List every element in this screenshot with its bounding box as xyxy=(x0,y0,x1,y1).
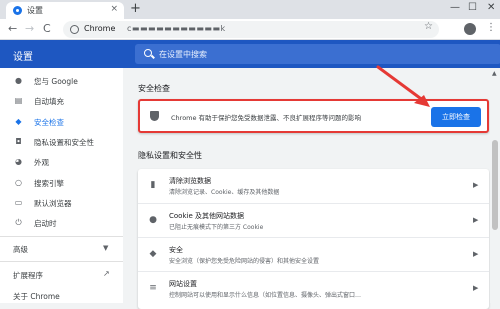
sidebar-item-safety-check[interactable]: ◆ 安全检查 xyxy=(0,113,123,131)
sidebar-item-default-browser[interactable]: ▭ 默认浏览器 xyxy=(0,194,123,212)
shield-icon: ◆ xyxy=(15,117,22,126)
search-placeholder: 在设置中搜索 xyxy=(159,50,207,59)
tab-title: 设置 xyxy=(27,6,43,15)
row-description: 安全浏览（保护您免受危险网站的侵害）和其他安全设置 xyxy=(169,258,320,265)
list-item-clear-browsing-data[interactable]: ▮ 清除浏览数据 清除浏览记录、Cookie、缓存及其他数据 ▶ xyxy=(138,169,489,202)
browser-tab[interactable]: 设置 × xyxy=(6,2,124,19)
address-bar[interactable]: Chrome c▬▬▬▬▬▬▬▬▬▬▬k xyxy=(63,21,439,38)
site-info-icon[interactable] xyxy=(70,25,79,34)
open-external-icon[interactable]: ↗ xyxy=(103,269,110,278)
check-now-button[interactable]: 立即检查 xyxy=(431,107,481,127)
row-description: 清除浏览记录、Cookie、缓存及其他数据 xyxy=(169,189,280,196)
sidebar-item-privacy[interactable]: ◘ 隐私设置和安全性 xyxy=(0,133,123,151)
list-item-site-settings[interactable]: ≡ 网站设置 控制网站可以使用和显示什么信息（如位置信息、摄像头、弹出式窗口… … xyxy=(138,271,489,304)
search-icon: ○ xyxy=(15,178,22,187)
tab-close-button[interactable]: × xyxy=(110,4,118,14)
scrollbar[interactable]: ▲ xyxy=(490,68,500,303)
safety-check-card: Chrome 有助于保护您免受数据泄露、不良扩展程序等问题的影响 立即检查 xyxy=(138,99,489,133)
divider xyxy=(0,261,123,262)
main-content: 安全检查 Chrome 有助于保护您免受数据泄露、不良扩展程序等问题的影响 立即… xyxy=(123,68,490,309)
minimize-button[interactable]: — xyxy=(450,2,460,13)
scroll-up-icon[interactable]: ▲ xyxy=(492,70,497,77)
row-title: 网站设置 xyxy=(169,280,197,288)
sidebar-item-label: 隐私设置和安全性 xyxy=(34,138,94,147)
trash-icon: ▮ xyxy=(150,180,156,190)
list-item-cookies[interactable]: ● Cookie 及其他网站数据 已阻止无痕模式下的第三方 Cookie ▶ xyxy=(138,203,489,236)
sidebar-item-label: 自动填充 xyxy=(34,97,64,106)
title-bar: 设置 × + — ☐ ✕ xyxy=(0,0,500,19)
search-icon xyxy=(144,49,152,57)
sidebar-advanced[interactable]: 高级 xyxy=(13,244,28,255)
page-title: 设置 xyxy=(13,52,33,63)
sidebar-item-label: 启动时 xyxy=(34,219,57,228)
chevron-right-icon: ▶ xyxy=(473,181,479,189)
close-window-button[interactable]: ✕ xyxy=(487,2,495,13)
privacy-shield-icon: ◘ xyxy=(15,137,22,146)
back-button[interactable]: ← xyxy=(8,22,17,36)
scroll-thumb[interactable] xyxy=(492,140,498,230)
chevron-right-icon: ▶ xyxy=(473,284,479,292)
privacy-card: ▮ 清除浏览数据 清除浏览记录、Cookie、缓存及其他数据 ▶ ● Cooki… xyxy=(138,169,489,309)
sidebar-item-label: 安全检查 xyxy=(34,118,64,127)
row-description: 已阻止无痕模式下的第三方 Cookie xyxy=(169,224,264,231)
clipboard-icon: ▤ xyxy=(14,96,23,105)
row-title: 清除浏览数据 xyxy=(169,177,211,185)
sidebar: ● 您与 Google ▤ 自动填充 ◆ 安全检查 ◘ 隐私设置和安全性 ◕ 外… xyxy=(0,68,123,303)
shield-icon: ◆ xyxy=(149,249,157,259)
menu-kebab-icon[interactable]: ⋮ xyxy=(486,22,496,33)
sidebar-about-chrome[interactable]: 关于 Chrome xyxy=(13,291,60,302)
privacy-heading: 隐私设置和安全性 xyxy=(138,151,202,160)
chevron-right-icon: ▶ xyxy=(473,250,479,258)
new-tab-button[interactable]: + xyxy=(130,2,141,15)
browser-toolbar: ← → C Chrome c▬▬▬▬▬▬▬▬▬▬▬k ☆ ⋮ xyxy=(0,19,500,40)
shield-icon xyxy=(150,111,159,121)
settings-gear-icon xyxy=(13,6,22,15)
sidebar-item-label: 外观 xyxy=(34,158,49,167)
list-item-security[interactable]: ◆ 安全 安全浏览（保护您免受危险网站的侵害）和其他安全设置 ▶ xyxy=(138,237,489,270)
url-text[interactable]: c▬▬▬▬▬▬▬▬▬▬▬k xyxy=(127,24,226,33)
sidebar-item-label: 搜索引擎 xyxy=(34,179,64,188)
sidebar-item-autofill[interactable]: ▤ 自动填充 xyxy=(0,92,123,110)
profile-avatar[interactable] xyxy=(464,23,476,35)
sidebar-item-label: 您与 Google xyxy=(34,77,78,86)
safety-check-heading: 安全检查 xyxy=(138,84,170,93)
settings-header: 设置 在设置中搜索 xyxy=(0,40,500,68)
browser-icon: ▭ xyxy=(14,198,23,207)
sidebar-item-you-and-google[interactable]: ● 您与 Google xyxy=(0,72,123,90)
forward-button[interactable]: → xyxy=(25,22,34,36)
sidebar-item-on-startup[interactable]: ⏻ 启动时 xyxy=(0,214,123,232)
chevron-right-icon: ▶ xyxy=(473,216,479,224)
sidebar-item-label: 默认浏览器 xyxy=(34,199,72,208)
reload-button[interactable]: C xyxy=(43,22,51,36)
sidebar-extensions[interactable]: 扩展程序 xyxy=(13,270,43,281)
settings-search-input[interactable]: 在设置中搜索 xyxy=(135,44,500,64)
safety-check-description: Chrome 有助于保护您免受数据泄露、不良扩展程序等问题的影响 xyxy=(171,114,362,122)
bookmark-star-icon[interactable]: ☆ xyxy=(424,21,433,32)
maximize-button[interactable]: ☐ xyxy=(468,2,477,13)
row-title: Cookie 及其他网站数据 xyxy=(169,212,244,220)
sidebar-item-search-engine[interactable]: ○ 搜索引擎 xyxy=(0,174,123,192)
person-icon: ● xyxy=(15,76,22,85)
cookie-icon: ● xyxy=(149,215,157,225)
row-title: 安全 xyxy=(169,246,183,254)
row-description: 控制网站可以使用和显示什么信息（如位置信息、摄像头、弹出式窗口… xyxy=(169,292,362,299)
divider xyxy=(0,236,123,237)
sliders-icon: ≡ xyxy=(149,283,157,293)
palette-icon: ◕ xyxy=(15,157,22,166)
chevron-down-icon[interactable]: ▼ xyxy=(103,244,108,252)
sidebar-item-appearance[interactable]: ◕ 外观 xyxy=(0,153,123,171)
site-label: Chrome xyxy=(84,24,116,33)
power-icon: ⏻ xyxy=(15,218,22,227)
